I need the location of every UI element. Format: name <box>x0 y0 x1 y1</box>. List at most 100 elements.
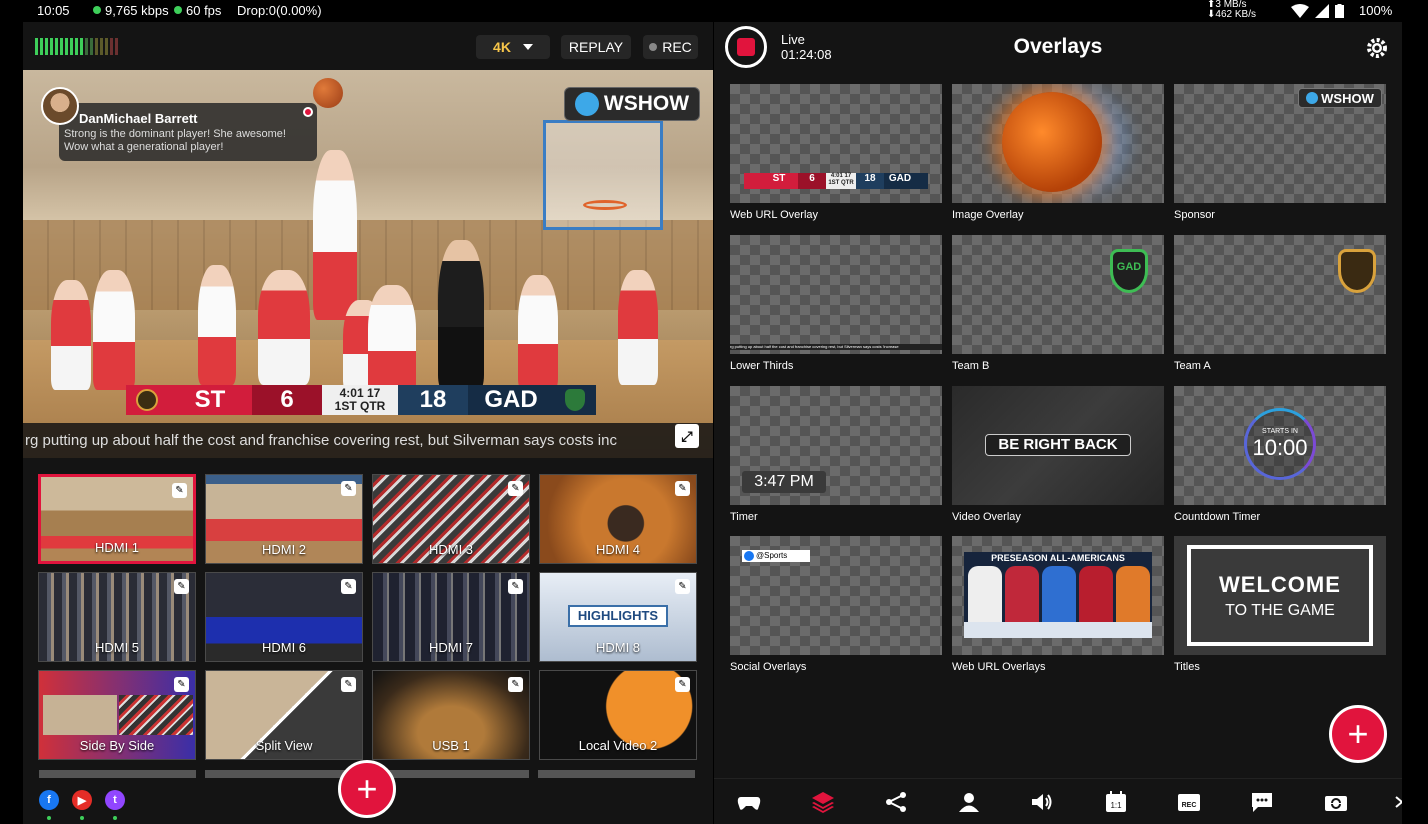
highlights-banner: HIGHLIGHTS <box>568 605 668 627</box>
overlay-thumbnail: PRESEASON ALL-AMERICANS <box>952 536 1164 655</box>
battery-percent: 100% <box>1359 3 1393 18</box>
clock: 10:05 <box>37 3 70 18</box>
all-americans-graphic: PRESEASON ALL-AMERICANS <box>964 552 1152 638</box>
mini-away-logo <box>916 173 928 189</box>
mini-away-score: 18 <box>856 173 884 189</box>
gear-icon[interactable] <box>1365 36 1389 60</box>
source-hdmi-8[interactable]: HIGHLIGHTS ✎ HDMI 8 <box>539 572 697 662</box>
overlay-caption: Team B <box>952 360 990 372</box>
switch-camera-icon[interactable] <box>1324 791 1348 813</box>
share-icon[interactable] <box>884 791 908 813</box>
source-hdmi-7[interactable]: ✎ HDMI 7 <box>372 572 530 662</box>
aspect-ratio-icon[interactable]: 1:1 <box>1104 791 1128 813</box>
audio-icon[interactable] <box>1030 791 1054 813</box>
resolution-value: 4K <box>493 39 511 55</box>
comments-icon[interactable] <box>1250 791 1274 813</box>
record-button[interactable]: REC <box>643 35 698 59</box>
home-team-name: ST <box>168 385 252 415</box>
mini-home-logo <box>744 173 760 189</box>
overlay-image[interactable]: Image Overlay <box>952 84 1164 221</box>
source-label: HDMI 3 <box>428 542 474 557</box>
title-line-2: TO THE GAME <box>1225 601 1335 619</box>
bitrate-value: 9,765 kbps <box>105 3 169 18</box>
chat-overlay[interactable]: DanMichael Barrett Strong is the dominan… <box>41 87 317 161</box>
edit-icon[interactable]: ✎ <box>174 579 189 594</box>
overlay-caption: Web URL Overlay <box>730 209 819 221</box>
more-icon[interactable] <box>1394 791 1402 813</box>
overlay-team-b[interactable]: GAD Team B <box>952 235 1164 372</box>
overlay-timer[interactable]: 3:47 PM Timer <box>730 386 942 523</box>
edit-icon[interactable]: ✎ <box>675 677 690 692</box>
edit-icon[interactable]: ✎ <box>172 483 187 498</box>
rec-icon[interactable]: REC <box>1177 791 1201 813</box>
overlay-thumbnail: WSHOW <box>1174 84 1386 203</box>
resolution-dropdown[interactable]: 4K <box>476 35 550 59</box>
source-label: USB 1 <box>432 738 470 753</box>
destination-youtube[interactable]: ▶ <box>72 790 92 820</box>
edit-icon[interactable]: ✎ <box>341 579 356 594</box>
source-hdmi-3[interactable]: ✎ HDMI 3 <box>372 474 530 564</box>
guests-icon[interactable] <box>957 791 981 813</box>
overlay-sponsor[interactable]: WSHOW Sponsor <box>1174 84 1386 221</box>
overlay-social[interactable]: @Sports Social Overlays <box>730 536 942 673</box>
overlay-web-url-2[interactable]: PRESEASON ALL-AMERICANS Web URL Overlays <box>952 536 1164 673</box>
game-clock: 4:01 17 1ST QTR <box>322 385 398 415</box>
edit-icon[interactable]: ✎ <box>174 677 189 692</box>
mini-clock: 4:01 17 1ST QTR <box>826 173 856 189</box>
sponsor-logo: WSHOW <box>1298 88 1382 108</box>
facebook-icon: f <box>39 790 59 810</box>
source-hdmi-5[interactable]: ✎ HDMI 5 <box>38 572 196 662</box>
bitrate-status-dot <box>93 6 101 14</box>
chat-author: DanMichael Barrett <box>79 111 198 126</box>
add-overlay-button[interactable]: + <box>1329 705 1387 763</box>
edit-icon[interactable]: ✎ <box>341 481 356 496</box>
player <box>51 280 91 390</box>
home-team-logo <box>126 385 168 415</box>
source-row-peek <box>538 770 695 778</box>
production-panel: 4K REPLAY REC DanMichael Barrett Strong … <box>23 22 713 824</box>
sponsor-watermark: WSHOW <box>564 87 700 121</box>
overlay-titles[interactable]: WELCOME TO THE GAME Titles <box>1174 536 1386 673</box>
edit-icon[interactable]: ✎ <box>508 481 523 496</box>
source-hdmi-4[interactable]: ✎ HDMI 4 <box>539 474 697 564</box>
overlay-lower-thirds[interactable]: rg putting up about half the cost and fr… <box>730 235 942 372</box>
fps-value: 60 fps <box>186 3 222 18</box>
source-local-video-2[interactable]: ✎ Local Video 2 <box>539 670 697 760</box>
mini-period: 1ST QTR <box>828 180 854 186</box>
overlay-caption: Image Overlay <box>952 209 1024 221</box>
overlay-web-url[interactable]: ST 6 4:01 17 1ST QTR 18 GAD Web URL Overl… <box>730 84 942 221</box>
overlay-video[interactable]: BE RIGHT BACK Video Overlay <box>952 386 1164 523</box>
source-usb-1[interactable]: ✎ USB 1 <box>372 670 530 760</box>
source-hdmi-6[interactable]: ✎ HDMI 6 <box>205 572 363 662</box>
edit-icon[interactable]: ✎ <box>341 677 356 692</box>
title-line-1: WELCOME <box>1219 571 1341 597</box>
gamepad-icon[interactable] <box>737 791 761 813</box>
countdown-time: 10:00 <box>1252 434 1308 460</box>
replay-button[interactable]: REPLAY <box>561 35 631 59</box>
edit-icon[interactable]: ✎ <box>508 677 523 692</box>
overlay-countdown-timer[interactable]: STARTS IN 10:00 Countdown Timer <box>1174 386 1386 523</box>
edit-icon[interactable]: ✎ <box>508 579 523 594</box>
player <box>618 270 658 385</box>
overlay-team-a[interactable]: Team A <box>1174 235 1386 372</box>
destination-twitch[interactable]: t <box>105 790 125 820</box>
period: 1ST QTR <box>334 399 386 413</box>
connected-dot <box>47 816 51 820</box>
source-split-view[interactable]: ✎ Split View <box>205 670 363 760</box>
destination-facebook[interactable]: f <box>39 790 59 820</box>
system-status-bar: 10:05 9,765 kbps 60 fps Drop:0(0.00%) ⬆3… <box>0 0 1428 22</box>
fullscreen-icon[interactable]: ⤢ <box>675 424 699 448</box>
edit-icon[interactable]: ✎ <box>675 579 690 594</box>
mini-home-score: 6 <box>798 173 826 189</box>
mini-scoreboard: ST 6 4:01 17 1ST QTR 18 GAD <box>744 173 928 189</box>
source-side-by-side[interactable]: ✎ Side By Side <box>38 670 196 760</box>
away-score: 18 <box>398 385 468 415</box>
source-hdmi-2[interactable]: ✎ HDMI 2 <box>205 474 363 564</box>
fps-readout: 60 fps <box>174 3 221 18</box>
edit-icon[interactable]: ✎ <box>675 481 690 496</box>
add-source-button[interactable]: + <box>338 760 396 818</box>
program-preview[interactable]: DanMichael Barrett Strong is the dominan… <box>23 70 713 458</box>
close-icon[interactable] <box>303 107 313 117</box>
layers-icon[interactable] <box>811 791 835 813</box>
source-hdmi-1[interactable]: ✎ HDMI 1 <box>38 474 196 564</box>
